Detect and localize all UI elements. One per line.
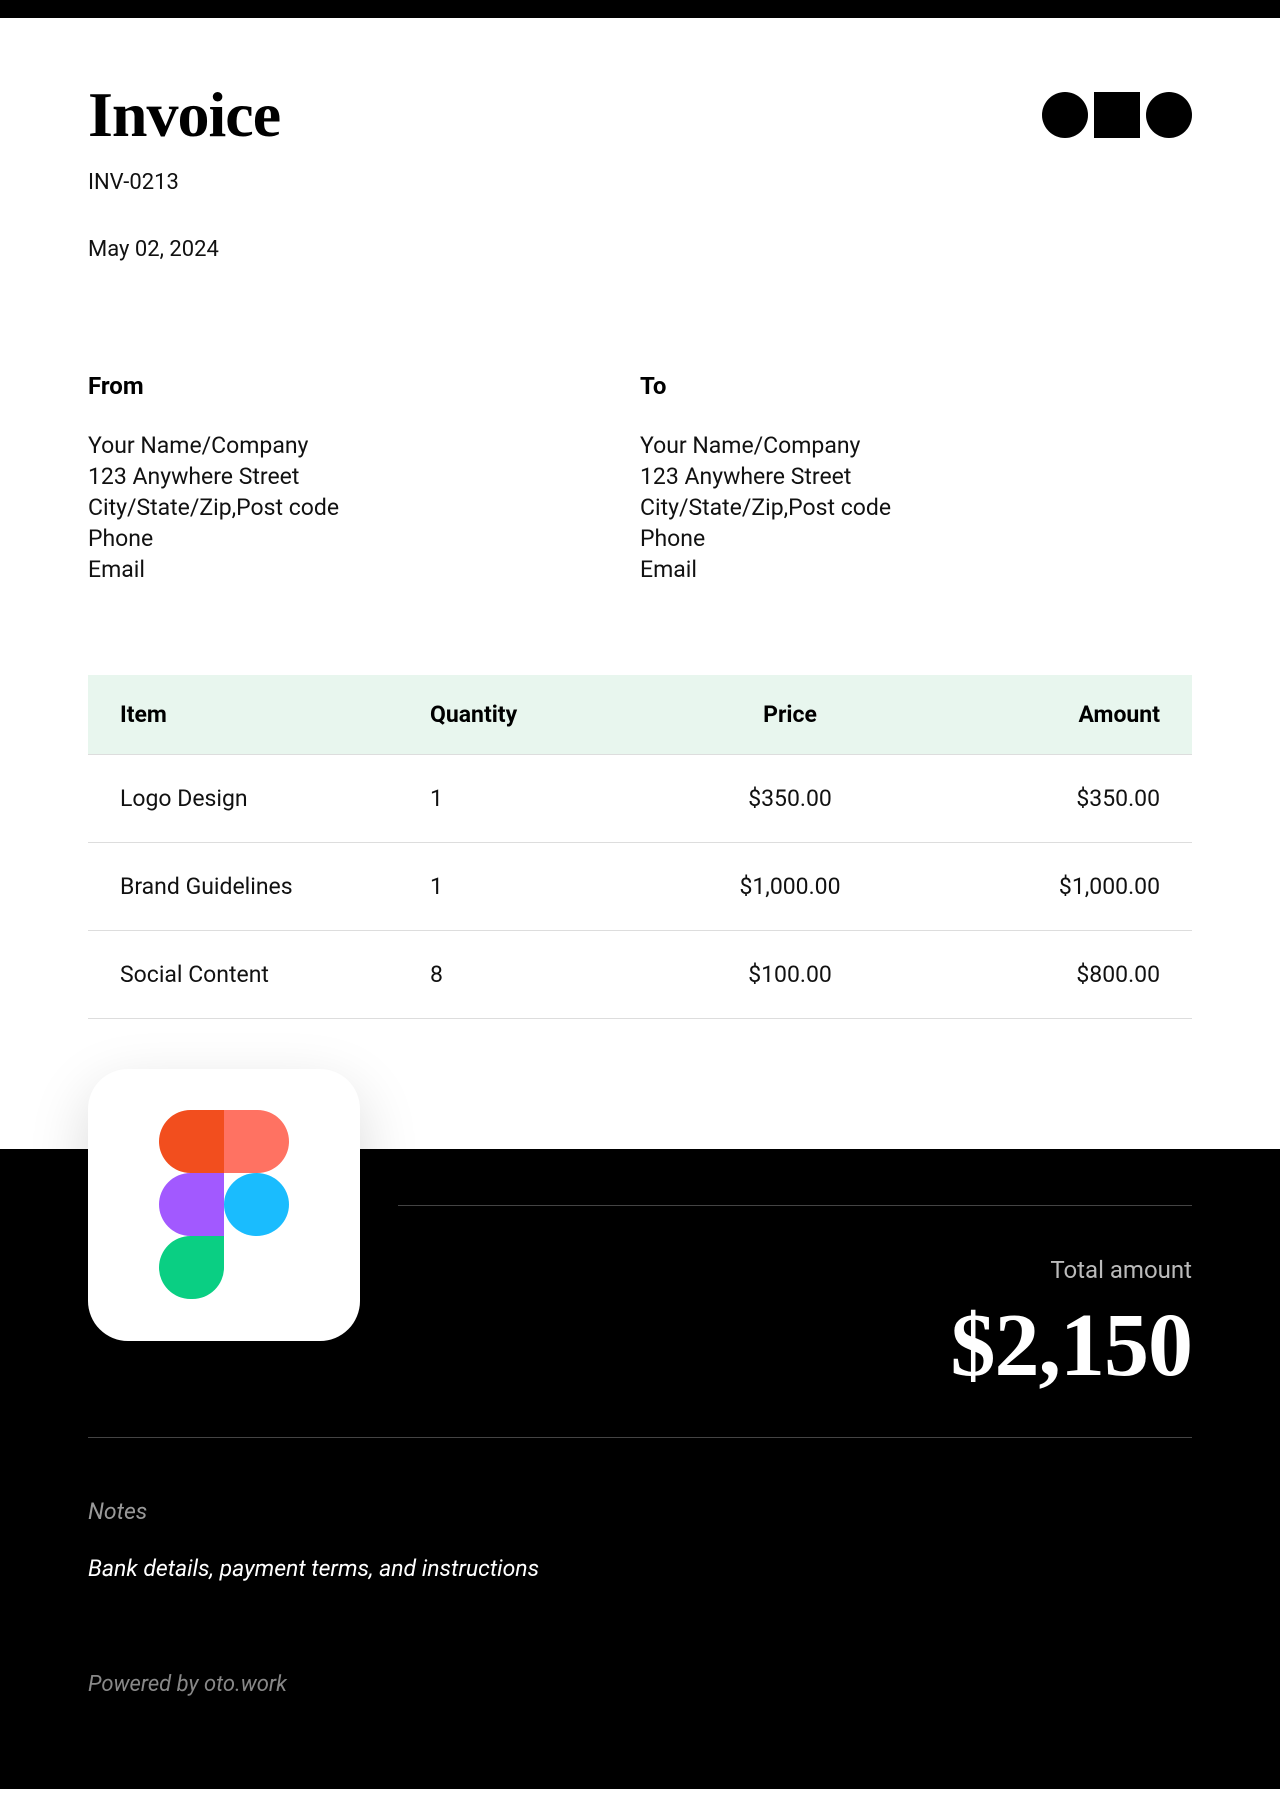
cell-quantity: 1 (430, 785, 660, 812)
total-section: Total amount $2,150 Notes Bank details, … (0, 1149, 1280, 1789)
invoice-number: INV-0213 (88, 170, 1192, 195)
from-phone: Phone (88, 523, 640, 554)
to-city: City/State/Zip,Post code (640, 492, 1192, 523)
cell-item: Logo Design (120, 785, 430, 812)
header-price: Price (660, 701, 920, 728)
square-icon (1094, 92, 1140, 138)
circle-icon (1042, 92, 1088, 138)
powered-by: Powered by oto.work (88, 1672, 1192, 1697)
table-header: Item Quantity Price Amount (88, 675, 1192, 755)
invoice-page: Invoice INV-0213 May 02, 2024 From Your … (0, 0, 1280, 1789)
from-address: 123 Anywhere Street (88, 461, 640, 492)
to-label: To (640, 372, 1192, 400)
invoice-date: May 02, 2024 (88, 237, 1192, 262)
header-item: Item (120, 701, 430, 728)
from-block: From Your Name/Company 123 Anywhere Stre… (88, 372, 640, 585)
page-title: Invoice (88, 78, 280, 152)
line-items-table: Item Quantity Price Amount Logo Design 1… (88, 675, 1192, 1019)
notes-label: Notes (88, 1498, 1192, 1525)
to-address: 123 Anywhere Street (640, 461, 1192, 492)
from-email: Email (88, 554, 640, 585)
from-label: From (88, 372, 640, 400)
parties-section: From Your Name/Company 123 Anywhere Stre… (88, 372, 1192, 585)
cell-price: $350.00 (660, 785, 920, 812)
to-name: Your Name/Company (640, 430, 1192, 461)
header-row: Invoice (88, 78, 1192, 152)
divider (398, 1205, 1192, 1206)
to-phone: Phone (640, 523, 1192, 554)
figma-icon (159, 1110, 289, 1300)
table-row: Logo Design 1 $350.00 $350.00 (88, 755, 1192, 843)
to-email: Email (640, 554, 1192, 585)
cell-price: $1,000.00 (660, 873, 920, 900)
cell-quantity: 8 (430, 961, 660, 988)
table-row: Social Content 8 $100.00 $800.00 (88, 931, 1192, 1019)
header-quantity: Quantity (430, 701, 660, 728)
brand-logo (1042, 92, 1192, 138)
cell-amount: $1,000.00 (920, 873, 1160, 900)
content-area: Invoice INV-0213 May 02, 2024 From Your … (0, 18, 1280, 1019)
to-block: To Your Name/Company 123 Anywhere Street… (640, 372, 1192, 585)
notes-text: Bank details, payment terms, and instruc… (88, 1555, 1192, 1582)
circle-icon (1146, 92, 1192, 138)
from-city: City/State/Zip,Post code (88, 492, 640, 523)
cell-amount: $800.00 (920, 961, 1160, 988)
cell-price: $100.00 (660, 961, 920, 988)
cell-item: Social Content (120, 961, 430, 988)
table-row: Brand Guidelines 1 $1,000.00 $1,000.00 (88, 843, 1192, 931)
figma-badge (88, 1069, 360, 1341)
notes-section: Notes Bank details, payment terms, and i… (88, 1498, 1192, 1582)
header-amount: Amount (920, 701, 1160, 728)
divider (88, 1437, 1192, 1438)
from-name: Your Name/Company (88, 430, 640, 461)
top-bar (0, 0, 1280, 18)
cell-amount: $350.00 (920, 785, 1160, 812)
invoice-meta: INV-0213 May 02, 2024 (88, 170, 1192, 262)
cell-item: Brand Guidelines (120, 873, 430, 900)
cell-quantity: 1 (430, 873, 660, 900)
